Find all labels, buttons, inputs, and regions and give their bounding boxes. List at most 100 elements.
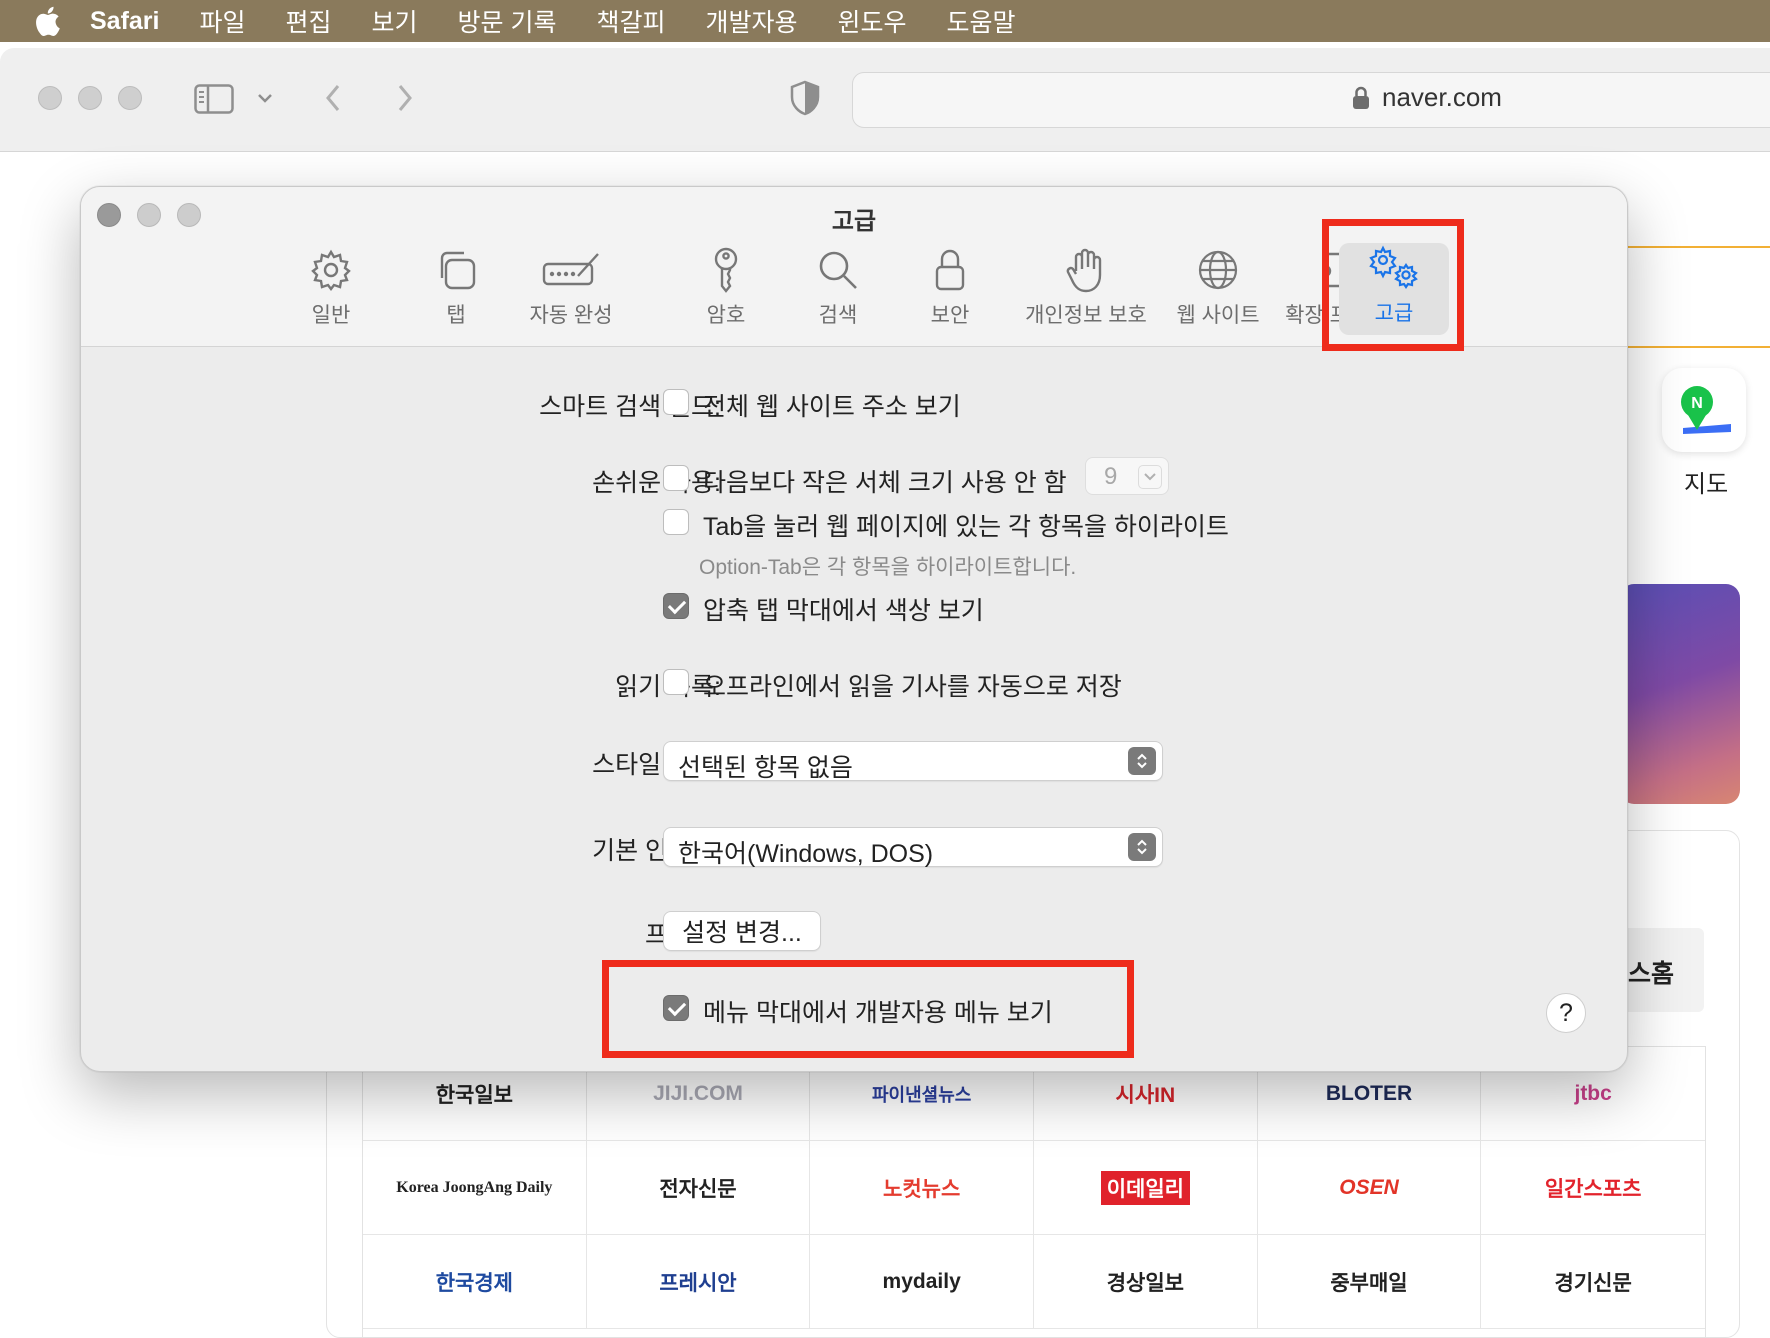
bg-banner <box>1628 246 1770 348</box>
menu-view[interactable]: 보기 <box>372 3 418 39</box>
bg-promo-image[interactable] <box>1620 584 1740 804</box>
preferences-toolbar: 고급 일반 탭 자동 완성 암호 검색 보안 개인정보 보호 웹 사이트 확장 … <box>81 187 1627 347</box>
tab-security[interactable]: 보안 <box>905 245 995 337</box>
news-outlet[interactable]: 경상일보 <box>1034 1235 1258 1329</box>
tab-label: 일반 <box>311 304 351 327</box>
gear-icon <box>309 245 353 295</box>
tab-label: 탭 <box>446 304 466 327</box>
menu-window[interactable]: 윈도우 <box>838 3 907 39</box>
menu-edit[interactable]: 편집 <box>286 3 332 39</box>
lock-icon <box>933 245 967 295</box>
tab-highlight-option[interactable]: Tab을 눌러 웹 페이지에 있는 각 항목을 하이라이트 <box>703 507 1229 543</box>
updown-arrows-icon <box>1128 833 1156 861</box>
news-outlet: 이데일리 <box>1100 1170 1190 1205</box>
url-display[interactable]: naver.com <box>1352 82 1502 113</box>
style-sheet-select[interactable]: 선택된 항목 없음 <box>663 741 1163 782</box>
dialog-title: 고급 <box>831 208 877 235</box>
tab-privacy[interactable]: 개인정보 보호 <box>1021 245 1151 337</box>
tab-label: 웹 사이트 <box>1176 304 1260 327</box>
min-font-size-value: 9 <box>1104 463 1118 490</box>
develop-menu-option[interactable]: 메뉴 막대에서 개발자용 메뉴 보기 <box>703 993 1053 1029</box>
map-label[interactable]: 지도 <box>1684 464 1728 499</box>
news-outlet[interactable]: 일간스포츠 <box>1481 1141 1705 1235</box>
tabs-icon <box>434 245 478 295</box>
gears-icon <box>1366 243 1422 293</box>
news-outlet[interactable]: 프레시안 <box>586 1235 811 1329</box>
svg-text:N: N <box>1691 395 1703 412</box>
menu-develop[interactable]: 개발자용 <box>706 3 798 39</box>
news-outlet[interactable]: 전자신문 <box>586 1141 811 1235</box>
min-font-checkbox[interactable] <box>663 465 689 491</box>
map-app-icon[interactable]: N <box>1662 368 1746 452</box>
tab-passwords[interactable]: 암호 <box>681 245 771 337</box>
news-outlet-wrap[interactable]: 이데일리 <box>1034 1141 1258 1235</box>
menu-bar: Safari 파일 편집 보기 방문 기록 책갈피 개발자용 윈도우 도움말 <box>0 0 1770 42</box>
apple-icon[interactable] <box>34 4 86 38</box>
search-icon <box>816 245 860 295</box>
news-outlet[interactable]: mydaily <box>810 1235 1034 1329</box>
updown-arrows-icon <box>1128 747 1156 775</box>
news-outlet[interactable]: Korea JoongAng Daily <box>363 1141 587 1235</box>
accessibility-label: 손쉬운 사용: <box>592 469 721 497</box>
full-address-checkbox[interactable] <box>663 389 689 415</box>
minimize-button[interactable] <box>78 86 102 110</box>
forward-icon[interactable] <box>394 82 416 119</box>
chevron-down-icon[interactable] <box>256 90 274 111</box>
url-text: naver.com <box>1382 82 1502 112</box>
style-sheet-value: 선택된 항목 없음 <box>678 754 853 782</box>
menu-history[interactable]: 방문 기록 <box>458 3 557 39</box>
help-button[interactable]: ? <box>1546 993 1586 1033</box>
news-outlet[interactable]: 중부매일 <box>1257 1235 1482 1329</box>
close-button[interactable] <box>38 86 62 110</box>
color-tab-bar-option[interactable]: 압축 탭 막대에서 색상 보기 <box>703 591 984 627</box>
color-tab-bar-checkbox[interactable] <box>663 593 689 619</box>
news-outlet[interactable]: OSEN <box>1257 1141 1482 1235</box>
bg-partial-label: 스홈 <box>1628 960 1675 988</box>
save-offline-checkbox[interactable] <box>663 669 689 695</box>
encoding-select[interactable]: 한국어(Windows, DOS) <box>663 827 1163 868</box>
back-icon[interactable] <box>322 82 344 119</box>
min-font-size-select[interactable]: 9 <box>1085 457 1169 495</box>
privacy-shield-icon[interactable] <box>790 80 820 121</box>
tab-websites[interactable]: 웹 사이트 <box>1161 245 1275 337</box>
tab-highlight-checkbox[interactable] <box>663 509 689 535</box>
preferences-dialog: 고급 일반 탭 자동 완성 암호 검색 보안 개인정보 보호 웹 사이트 확장 … <box>80 186 1628 1072</box>
develop-menu-checkbox[interactable] <box>663 995 689 1021</box>
hand-icon <box>1066 245 1106 295</box>
lock-icon <box>1353 86 1369 109</box>
menu-bookmarks[interactable]: 책갈피 <box>596 3 665 39</box>
tab-label: 자동 완성 <box>529 304 613 327</box>
window-controls <box>38 86 142 110</box>
smart-search-label: 스마트 검색 필드: <box>539 393 721 421</box>
menu-help[interactable]: 도움말 <box>947 3 1016 39</box>
zoom-button[interactable] <box>118 86 142 110</box>
tab-general[interactable]: 일반 <box>281 245 381 337</box>
menu-file[interactable]: 파일 <box>199 3 245 39</box>
tab-label: 검색 <box>818 304 858 327</box>
news-outlet-grid: 한국일보 JIJI.COM 파이낸셜뉴스 시사IN BLOTER jtbc Ko… <box>362 1046 1706 1338</box>
tab-label: 암호 <box>706 304 746 327</box>
min-font-option[interactable]: 다음보다 작은 서체 크기 사용 안 함 <box>703 463 1067 499</box>
address-bar[interactable] <box>852 72 1770 128</box>
news-outlet[interactable]: 노컷뉴스 <box>810 1141 1034 1235</box>
key-icon <box>708 245 744 295</box>
proxy-settings-button[interactable]: 설정 변경... <box>663 911 821 951</box>
sidebar-icon[interactable] <box>194 84 234 119</box>
tab-autofill[interactable]: 자동 완성 <box>501 245 641 337</box>
autofill-icon <box>540 245 602 295</box>
news-outlet[interactable]: 경기신문 <box>1481 1235 1705 1329</box>
encoding-value: 한국어(Windows, DOS) <box>678 840 934 868</box>
tab-label: 개인정보 보호 <box>1025 304 1147 327</box>
tab-label: 보안 <box>930 304 970 327</box>
globe-icon <box>1196 245 1240 295</box>
save-offline-option[interactable]: 오프라인에서 읽을 기사를 자동으로 저장 <box>703 667 1122 703</box>
news-outlet[interactable]: 한국경제 <box>363 1235 587 1329</box>
chevron-down-icon <box>1138 465 1162 489</box>
full-address-option[interactable]: 전체 웹 사이트 주소 보기 <box>703 387 961 423</box>
tab-tabs[interactable]: 탭 <box>411 245 501 337</box>
tab-advanced[interactable]: 고급 <box>1339 243 1449 335</box>
tab-label: 고급 <box>1374 302 1414 325</box>
menu-safari[interactable]: Safari <box>90 7 159 36</box>
tab-search[interactable]: 검색 <box>793 245 883 337</box>
tab-highlight-hint: Option-Tab은 각 항목을 하이라이트합니다. <box>699 556 1077 579</box>
